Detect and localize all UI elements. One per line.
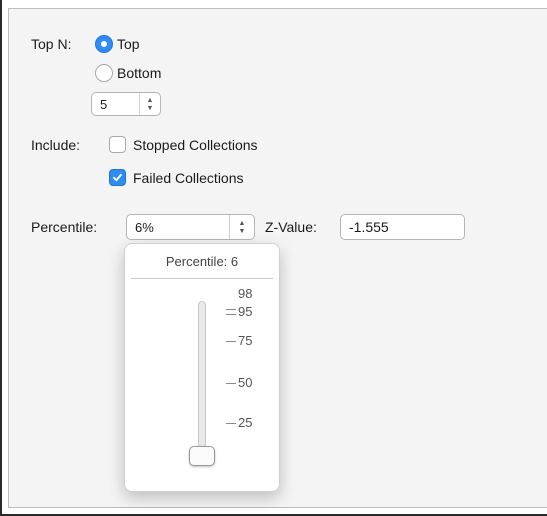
z-value-field[interactable]: -1.555 [340, 214, 465, 240]
popover-divider [131, 278, 273, 279]
slider-label-75: 75 [238, 333, 253, 348]
z-value-text[interactable]: -1.555 [349, 219, 389, 235]
slider-tick-98 [226, 309, 236, 310]
percentile-slider-track[interactable] [198, 301, 206, 459]
slider-tick-75 [226, 341, 236, 342]
checkmark-icon [113, 173, 122, 182]
percentile-label: Percentile: [31, 219, 98, 235]
radio-bottom-indicator[interactable] [95, 64, 113, 82]
checkbox-stopped-indicator[interactable] [109, 136, 126, 153]
checkbox-failed-indicator[interactable] [109, 169, 126, 186]
checkbox-failed-label: Failed Collections [133, 169, 244, 186]
slider-label-25: 25 [238, 415, 253, 430]
z-value-label: Z-Value: [265, 219, 317, 235]
slider-label-95: 95 [238, 304, 253, 319]
checkbox-stopped-label: Stopped Collections [133, 136, 258, 153]
slider-tick-25 [226, 423, 236, 424]
radio-bottom-label: Bottom [117, 65, 162, 81]
percentile-popover: Percentile: 6 98 95 75 50 25 [124, 243, 280, 492]
top-n-count-value[interactable]: 5 [92, 93, 139, 115]
stepper-arrows-icon[interactable]: ▲ ▼ [139, 93, 160, 115]
popover-title: Percentile: 6 [165, 254, 239, 269]
percentile-select-value[interactable]: 6% [127, 215, 229, 239]
radio-top-label: Top [117, 36, 140, 52]
window-frame-left [0, 0, 2, 516]
radio-top-indicator[interactable] [95, 35, 113, 53]
slider-label-98: 98 [238, 286, 253, 301]
include-label: Include: [31, 137, 81, 153]
radio-bottom[interactable]: Bottom [95, 64, 161, 82]
checkbox-failed-collections[interactable]: Failed Collections [109, 169, 244, 186]
radio-top[interactable]: Top [95, 35, 140, 53]
select-arrows-icon[interactable]: ▲ ▼ [229, 215, 254, 239]
slider-label-50: 50 [238, 375, 253, 390]
percentile-slider-knob[interactable] [189, 446, 215, 466]
checkbox-stopped-collections[interactable]: Stopped Collections [109, 136, 258, 153]
top-n-count-stepper[interactable]: 5 ▲ ▼ [91, 92, 161, 116]
slider-tick-95 [226, 314, 236, 315]
top-n-label: Top N: [31, 36, 72, 52]
percentile-select[interactable]: 6% ▲ ▼ [126, 214, 255, 240]
slider-tick-50 [226, 383, 236, 384]
